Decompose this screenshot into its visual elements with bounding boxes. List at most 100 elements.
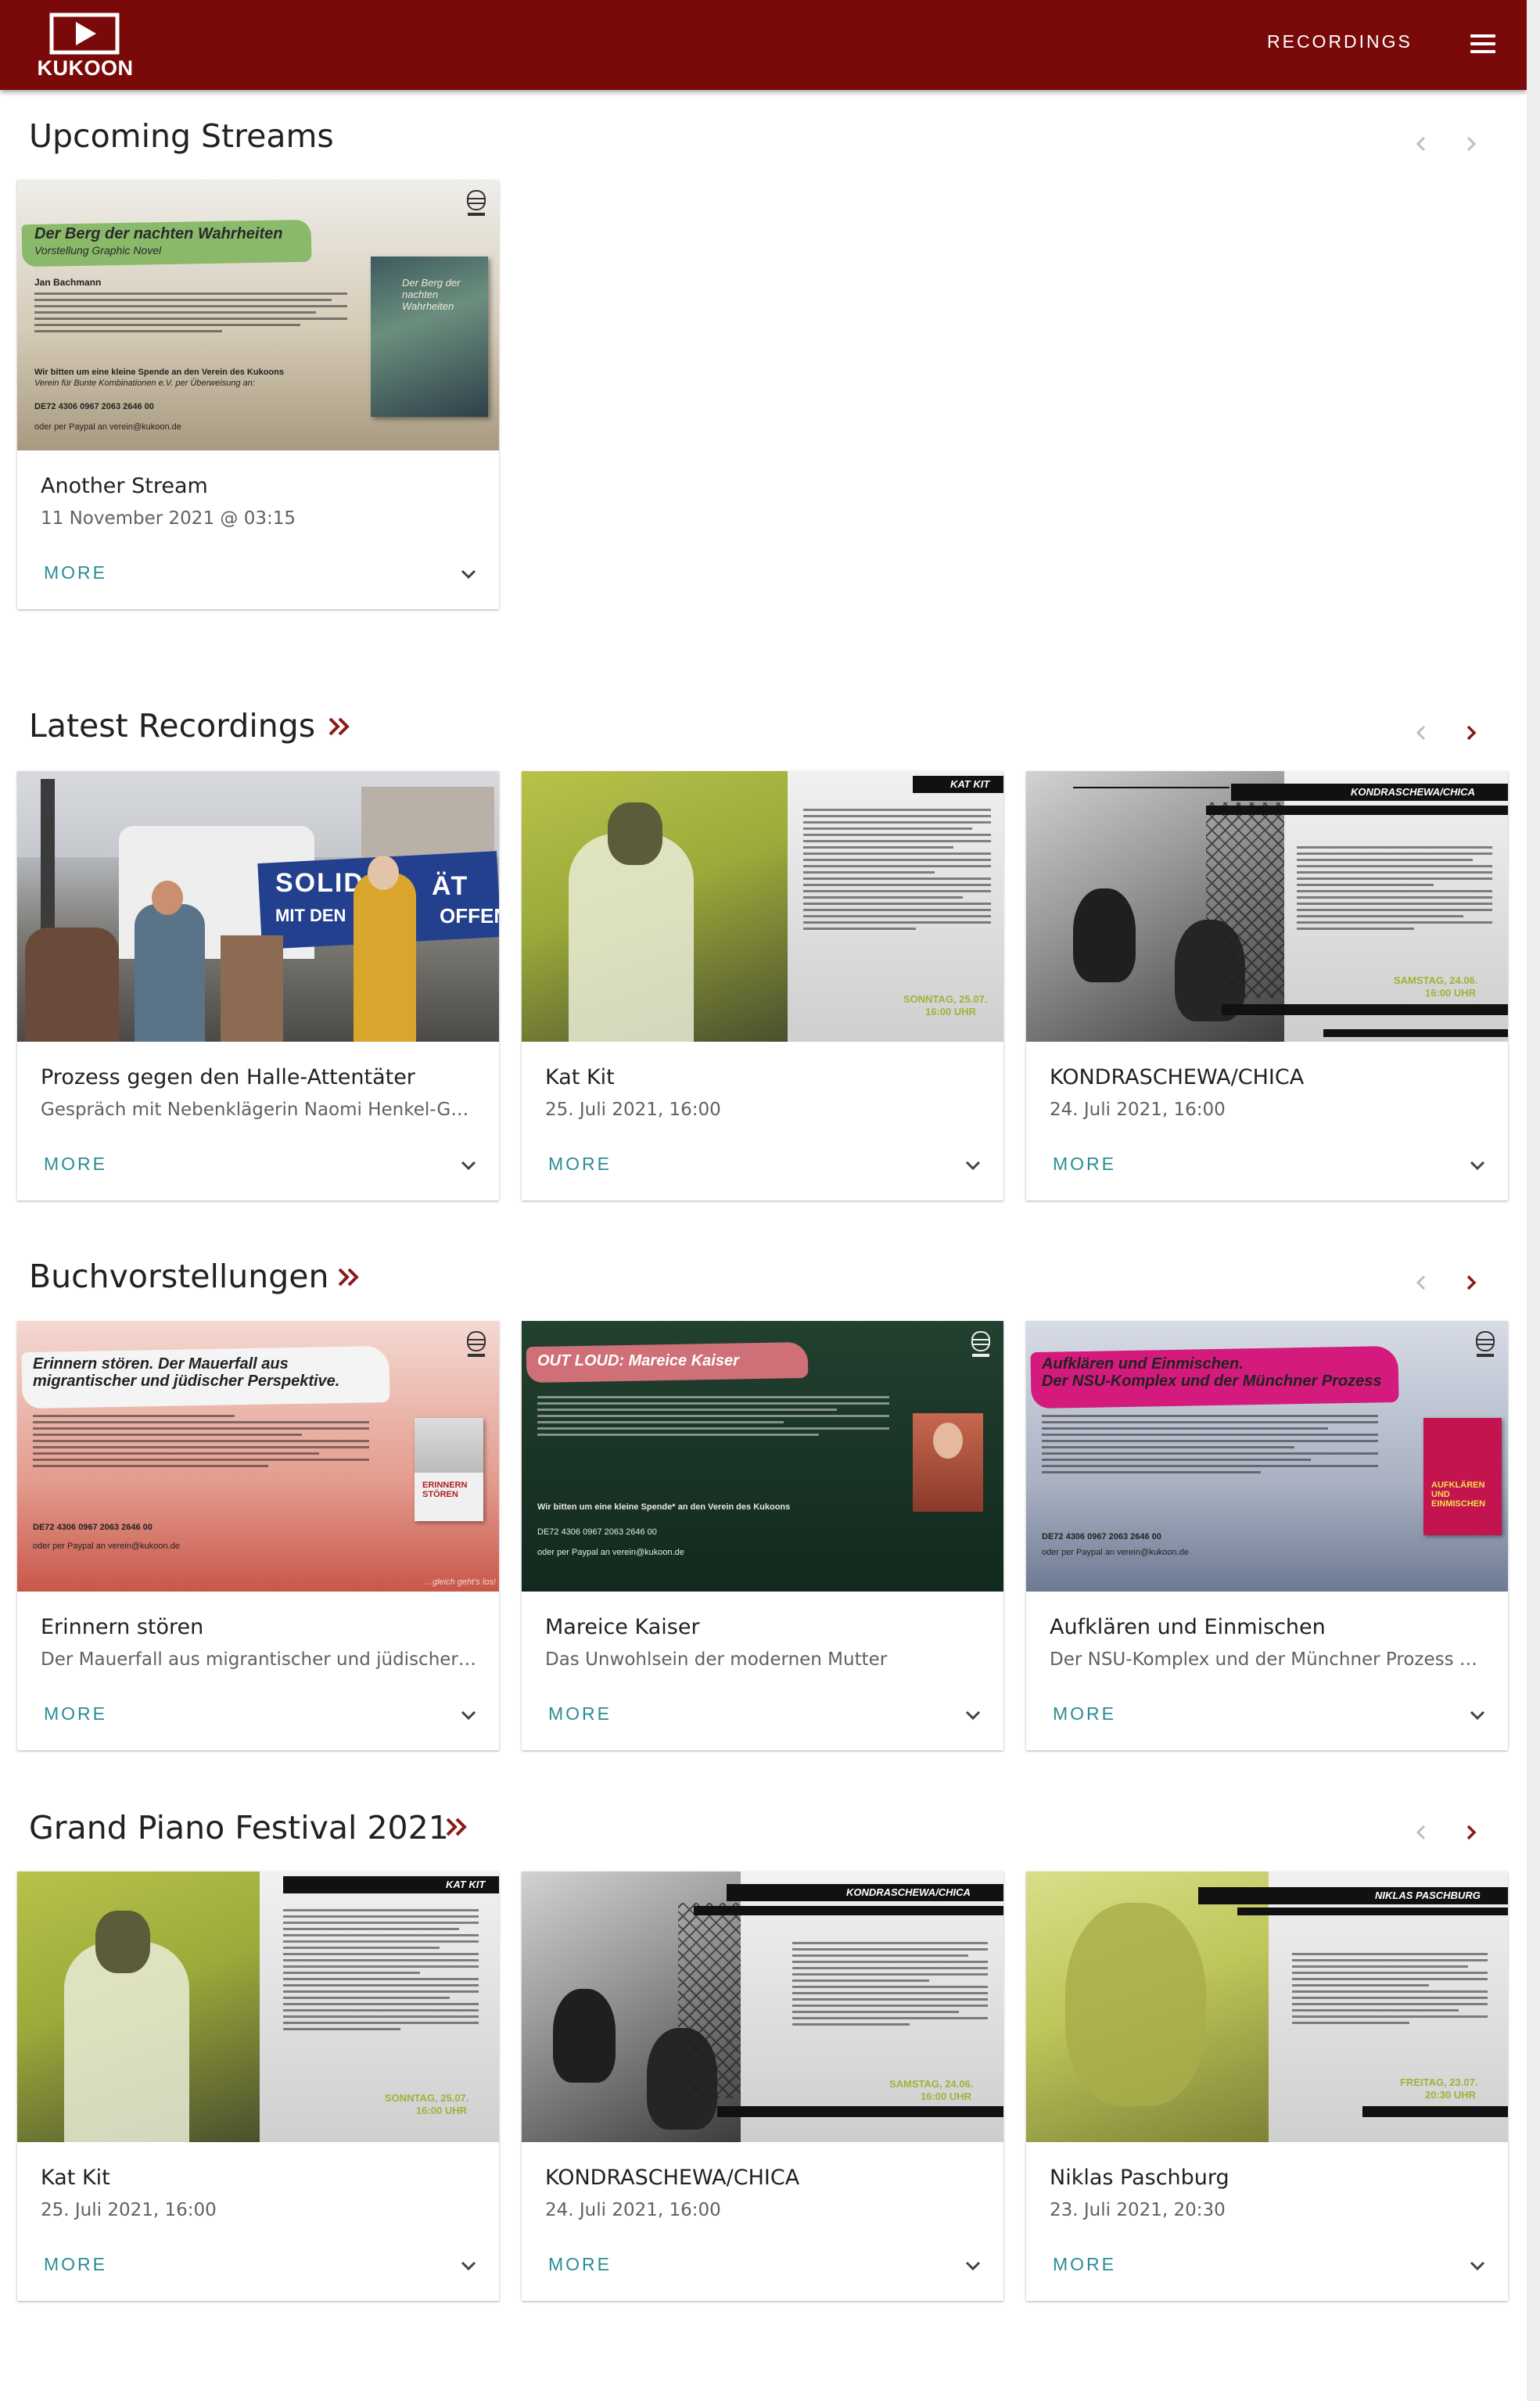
more-button[interactable]: MORE xyxy=(44,1154,107,1175)
chevron-down-icon[interactable] xyxy=(458,2255,479,2277)
double-chevron-right-icon[interactable] xyxy=(327,714,352,739)
stream-card[interactable]: Der Berg der nachten Wahrheiten Vorstell… xyxy=(17,180,499,609)
card-title[interactable]: KONDRASCHEWA/CHICA xyxy=(545,2166,983,2190)
chevron-down-icon[interactable] xyxy=(962,1704,984,1726)
more-button[interactable]: MORE xyxy=(44,1703,107,1724)
hamburger-menu-icon[interactable] xyxy=(1470,34,1499,55)
card-image: SOLID ÄT MIT DEN OFFENE xyxy=(17,771,499,1042)
banner-text: ÄT xyxy=(432,871,468,901)
poster-body-text xyxy=(537,1396,889,1440)
card-title[interactable]: Niklas Paschburg xyxy=(1050,2166,1488,2190)
chevron-down-icon[interactable] xyxy=(458,1704,479,1726)
card-title[interactable]: Kat Kit xyxy=(545,1065,983,1089)
carousel-prev-icon[interactable] xyxy=(1407,130,1435,158)
card-subtitle: Das Unwohlsein der modernen Mutter xyxy=(545,1649,888,1670)
page-scrollbar[interactable] xyxy=(1527,0,1540,2401)
kukoon-logo[interactable]: KUKOON xyxy=(34,13,136,83)
poster-kondraschewa: KONDRASCHEWA/CHICA SAMSTAG, 24.06. 16:00… xyxy=(522,1872,1003,2142)
banner-text: MIT DEN xyxy=(275,906,346,925)
card-image: Der Berg der nachten Wahrheiten Vorstell… xyxy=(17,180,499,450)
card-image: KONDRASCHEWA/CHICA SAMSTAG, 24.06. 16:00… xyxy=(522,1872,1003,2142)
more-button[interactable]: MORE xyxy=(548,2254,612,2275)
poster-paypal: oder per Paypal an verein@kukoon.de xyxy=(33,1541,180,1551)
chevron-down-icon[interactable] xyxy=(1466,1704,1488,1726)
card-title[interactable]: Mareice Kaiser xyxy=(545,1615,983,1639)
card-image: KAT KIT SONNTAG, 25.07. 16:00 UHR xyxy=(17,1872,499,2142)
festival-card[interactable]: KONDRASCHEWA/CHICA SAMSTAG, 24.06. 16:00… xyxy=(522,1872,1003,2301)
more-button[interactable]: MORE xyxy=(1053,1703,1116,1724)
recording-card[interactable]: KAT KIT SONNTAG, 25.07. 16:00 UHR Kat Ki… xyxy=(522,771,1003,1200)
kukoon-seal-icon xyxy=(1476,1331,1495,1357)
book-card[interactable]: OUT LOUD: Mareice Kaiser Wir bitten um e… xyxy=(522,1321,1003,1750)
card-title[interactable]: Erinnern stören xyxy=(41,1615,479,1639)
card-title[interactable]: Aufklären und Einmischen xyxy=(1050,1615,1488,1639)
festival-card[interactable]: KAT KIT SONNTAG, 25.07. 16:00 UHR Kat Ki… xyxy=(17,1872,499,2301)
carousel-next-icon[interactable] xyxy=(1457,1818,1485,1847)
poster-paypal: oder per Paypal an verein@kukoon.de xyxy=(537,1548,684,1557)
app-bar: KUKOON RECORDINGS xyxy=(0,0,1527,90)
poster-date: SONNTAG, 25.07. xyxy=(903,993,988,1005)
carousel-prev-icon[interactable] xyxy=(1407,719,1435,747)
poster-aufklaeren: Aufklären und Einmischen. Der NSU-Komple… xyxy=(1026,1321,1508,1592)
kukoon-seal-icon xyxy=(971,1331,990,1357)
poster-title-line-2: Der NSU-Komplex und der Münchner Prozess xyxy=(1042,1373,1382,1390)
poster-title: OUT LOUD: Mareice Kaiser xyxy=(537,1352,739,1369)
poster-date: SAMSTAG, 24.06. xyxy=(889,2078,974,2090)
logo-text: KUKOON xyxy=(37,56,134,80)
poster-erinnern: Erinnern stören. Der Mauerfall aus migra… xyxy=(17,1321,499,1592)
carousel-next-icon[interactable] xyxy=(1457,719,1485,747)
poster-donation-2: Verein für Bunte Kombinationen e.V. per … xyxy=(34,379,255,388)
card-subtitle: Der NSU-Komplex und der Münchner Prozess… xyxy=(1050,1649,1477,1670)
poster-time: 16:00 UHR xyxy=(416,2105,468,2116)
card-title[interactable]: Prozess gegen den Halle-Attentäter xyxy=(41,1065,479,1089)
poster-tag: KONDRASCHEWA/CHICA xyxy=(1351,786,1475,798)
more-button[interactable]: MORE xyxy=(44,2254,107,2275)
poster-body-text xyxy=(1292,1953,1488,2028)
poster-tag: KAT KIT xyxy=(446,1879,486,1890)
recording-card[interactable]: KONDRASCHEWA/CHICA SAMSTAG, 24.06. 16:00… xyxy=(1026,771,1508,1200)
nav-recordings-link[interactable]: RECORDINGS xyxy=(1267,31,1413,52)
card-image: KONDRASCHEWA/CHICA SAMSTAG, 24.06. 16:00… xyxy=(1026,771,1508,1042)
more-button[interactable]: MORE xyxy=(1053,2254,1116,2275)
double-chevron-right-icon[interactable] xyxy=(336,1265,361,1290)
more-button[interactable]: MORE xyxy=(44,562,107,583)
poster-paypal: oder per Paypal an verein@kukoon.de xyxy=(1042,1548,1189,1557)
poster-title: Der Berg der nachten Wahrheiten xyxy=(34,225,283,242)
recording-card[interactable]: SOLID ÄT MIT DEN OFFENE Prozess gegen de… xyxy=(17,771,499,1200)
book-card[interactable]: Aufklären und Einmischen. Der NSU-Komple… xyxy=(1026,1321,1508,1750)
card-subtitle: 24. Juli 2021, 16:00 xyxy=(1050,1100,1226,1120)
poster-graphic-novel: Der Berg der nachten Wahrheiten Vorstell… xyxy=(17,180,499,450)
carousel-prev-icon[interactable] xyxy=(1407,1818,1435,1847)
card-title[interactable]: KONDRASCHEWA/CHICA xyxy=(1050,1065,1488,1089)
card-subtitle: 24. Juli 2021, 16:00 xyxy=(545,2200,721,2220)
carousel-prev-icon[interactable] xyxy=(1407,1269,1435,1297)
chevron-down-icon[interactable] xyxy=(962,1154,984,1176)
poster-body-text xyxy=(1042,1415,1378,1477)
kukoon-seal-icon xyxy=(467,1331,486,1357)
double-chevron-right-icon[interactable] xyxy=(444,1814,469,1839)
chevron-down-icon[interactable] xyxy=(1466,1154,1488,1176)
card-title[interactable]: Another Stream xyxy=(41,474,479,498)
chevron-down-icon[interactable] xyxy=(458,563,479,585)
card-subtitle: 11 November 2021 @ 03:15 xyxy=(41,508,296,529)
author-portrait xyxy=(913,1413,983,1512)
banner-text: OFFENE xyxy=(440,904,499,928)
section-title-buchvorstellungen: Buchvorstellungen xyxy=(29,1258,329,1295)
poster-body-text xyxy=(792,1942,988,2030)
card-title[interactable]: Kat Kit xyxy=(41,2166,479,2190)
card-image: Aufklären und Einmischen. Der NSU-Komple… xyxy=(1026,1321,1508,1592)
book-card[interactable]: Erinnern stören. Der Mauerfall aus migra… xyxy=(17,1321,499,1750)
poster-time: 16:00 UHR xyxy=(921,2091,972,2102)
chevron-down-icon[interactable] xyxy=(1466,2255,1488,2277)
more-button[interactable]: MORE xyxy=(1053,1154,1116,1175)
play-icon xyxy=(49,13,120,55)
more-button[interactable]: MORE xyxy=(548,1703,612,1724)
carousel-next-icon[interactable] xyxy=(1457,130,1485,158)
more-button[interactable]: MORE xyxy=(548,1154,612,1175)
festival-card[interactable]: NIKLAS PASCHBURG FREITAG, 23.07. 20:30 U… xyxy=(1026,1872,1508,2301)
chevron-down-icon[interactable] xyxy=(962,2255,984,2277)
poster-kat-kit: KAT KIT SONNTAG, 25.07. 16:00 UHR xyxy=(17,1872,499,2142)
chevron-down-icon[interactable] xyxy=(458,1154,479,1176)
poster-author: Jan Bachmann xyxy=(34,277,102,288)
carousel-next-icon[interactable] xyxy=(1457,1269,1485,1297)
